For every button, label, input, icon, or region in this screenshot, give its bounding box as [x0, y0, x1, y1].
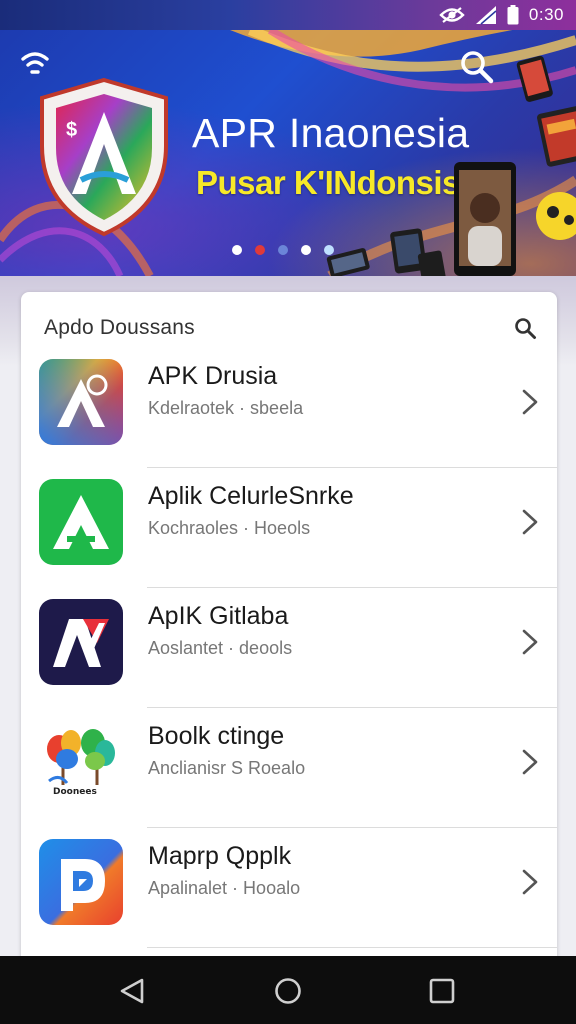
app-name: ApIK Gitlaba — [148, 602, 289, 630]
page-dot-active[interactable] — [255, 245, 265, 255]
app-name: Aplik CelurleSnrke — [148, 482, 354, 510]
status-bar: 0:30 — [0, 0, 576, 30]
list-item[interactable]: ApIK Gitlaba Aoslantet · deools — [21, 588, 557, 708]
recents-icon[interactable] — [425, 974, 459, 1008]
navigation-bar — [0, 956, 576, 1024]
back-icon[interactable] — [116, 974, 150, 1008]
app-icon-text: Doonees — [53, 787, 97, 797]
app-name: Boolk ctinge — [148, 722, 285, 750]
list-item[interactable]: APK Drusia Kdelraotek · sbeela — [21, 348, 557, 468]
chevron-right-icon[interactable] — [519, 748, 541, 776]
page-dot[interactable] — [278, 245, 288, 255]
card-title: Apdo Doussans — [44, 316, 195, 339]
signal-icon — [475, 6, 497, 25]
divider — [147, 947, 557, 948]
app-list-card: Apdo Doussans APK Drusia Kdelraotek · sb… — [21, 292, 557, 972]
app-icon-drusia — [39, 359, 123, 445]
hero-banner[interactable]: $ APR Inaonesia Pusar K'INdonsis — [0, 30, 576, 276]
search-icon[interactable] — [513, 316, 537, 340]
app-subtitle: Kdelraotek · sbeela — [148, 398, 304, 418]
app-icon-maprp — [39, 839, 123, 925]
eye-icon — [439, 7, 465, 23]
page-dot[interactable] — [232, 245, 242, 255]
home-icon[interactable] — [271, 974, 305, 1008]
app-subtitle: Apalinalet · Hooalo — [148, 878, 301, 898]
page-dot[interactable] — [301, 245, 311, 255]
app-icon-gitlaba — [39, 599, 123, 685]
app-subtitle: Anclianisr S Roealo — [148, 758, 306, 778]
chevron-right-icon[interactable] — [519, 388, 541, 416]
list-item[interactable]: Aplik CelurleSnrke Kochraoles · Hoeols — [21, 468, 557, 588]
app-icon-celurle — [39, 479, 123, 565]
device-illustrations — [326, 55, 576, 276]
status-time: 0:30 — [528, 5, 564, 24]
page-indicator — [232, 245, 334, 255]
app-subtitle: Kochraoles · Hoeols — [148, 518, 311, 538]
chevron-right-icon[interactable] — [519, 508, 541, 536]
page-dot[interactable] — [324, 245, 334, 255]
app-subtitle: Aoslantet · deools — [148, 638, 293, 658]
list-item[interactable]: Maprp Qpplk Apalinalet · Hooalo — [21, 828, 557, 948]
app-name: APK Drusia — [148, 362, 278, 390]
chevron-right-icon[interactable] — [519, 868, 541, 896]
app-name: Maprp Qpplk — [148, 842, 292, 870]
battery-icon — [507, 5, 519, 25]
chevron-right-icon[interactable] — [519, 628, 541, 656]
app-icon-boolk: Doonees — [39, 719, 123, 805]
list-item[interactable]: Doonees Boolk ctinge Anclianisr S Roealo — [21, 708, 557, 828]
